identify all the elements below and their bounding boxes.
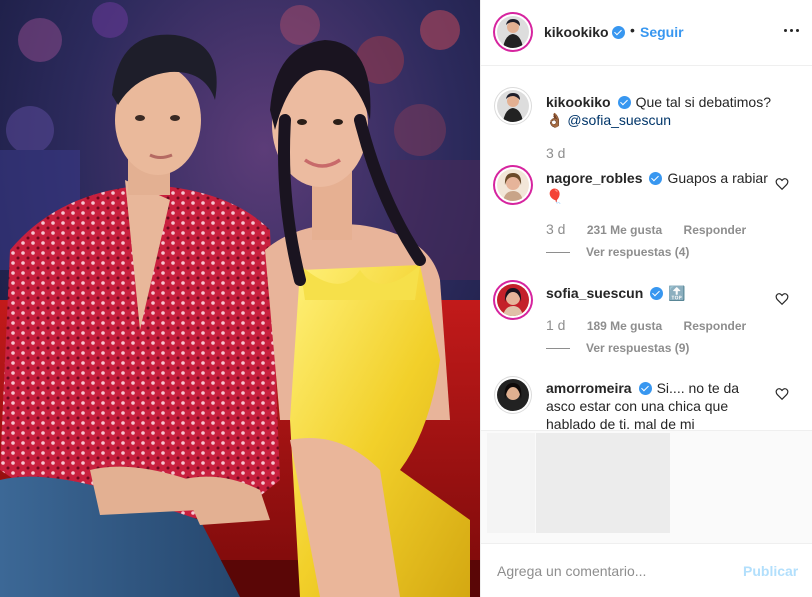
commenter-avatar[interactable] — [497, 284, 529, 316]
comment-time[interactable]: 1 d — [546, 317, 565, 333]
commenter-username[interactable]: sofia_suescun — [546, 285, 643, 301]
caption-time[interactable]: 3 d — [546, 145, 565, 161]
commenter-username[interactable]: amorromeira — [546, 380, 632, 396]
caption-avatar[interactable] — [497, 90, 529, 122]
add-comment-input[interactable] — [497, 563, 717, 579]
author-username[interactable]: kikookiko — [544, 24, 609, 40]
comment-meta: 3 d 231 Me gusta Responder — [546, 221, 764, 237]
verified-badge-icon — [649, 172, 663, 185]
reply-button[interactable]: Responder — [684, 319, 747, 333]
comment-text-block: sofia_suescun 🔝 — [546, 284, 771, 302]
loading-placeholder — [536, 433, 670, 533]
actions-area — [481, 430, 812, 552]
follow-button[interactable]: Seguir — [640, 24, 684, 40]
reply-button[interactable]: Responder — [684, 223, 747, 237]
comment-text: Guapos a rabiar — [667, 170, 768, 186]
balloon-emoji: 🎈 — [546, 188, 564, 204]
replies-line — [546, 252, 570, 254]
separator-dot: • — [630, 22, 635, 38]
view-replies-label[interactable]: Ver respuestas (9) — [586, 341, 689, 355]
comment-meta: 1 d 189 Me gusta Responder — [546, 317, 764, 333]
commenter-avatar[interactable] — [497, 379, 529, 411]
post-photo-illustration — [0, 0, 480, 597]
view-replies-label[interactable]: Ver respuestas (4) — [586, 245, 689, 259]
author-username-row[interactable]: kikookiko — [544, 24, 625, 40]
caption-emoji: 👌🏾 — [546, 112, 564, 128]
comments-list: kikookiko Que tal si debatimos? 👌🏾 @sofia… — [481, 67, 812, 429]
top-arrow-emoji: 🔝 — [668, 285, 686, 301]
caption-text-block: kikookiko Que tal si debatimos? 👌🏾 @sofia… — [546, 93, 771, 129]
comment-time[interactable]: 3 d — [546, 221, 565, 237]
post-photo[interactable] — [0, 0, 480, 597]
loading-placeholder — [487, 433, 535, 533]
publish-button[interactable]: Publicar — [743, 563, 798, 579]
commenter-username[interactable]: nagore_robles — [546, 170, 642, 186]
caption-username[interactable]: kikookiko — [546, 94, 611, 110]
like-heart-icon[interactable] — [775, 177, 789, 191]
like-heart-icon[interactable] — [775, 292, 789, 306]
caption-mention-link[interactable]: @sofia_suescun — [567, 112, 671, 128]
author-avatar[interactable] — [497, 16, 529, 48]
caption-text: Que tal si debatimos? — [635, 94, 771, 110]
caption-meta: 3 d — [546, 145, 583, 161]
commenter-avatar[interactable] — [497, 169, 529, 201]
comment-likes[interactable]: 231 Me gusta — [587, 223, 662, 237]
add-comment-bar: Publicar — [481, 543, 812, 597]
comment-text-block: amorromeira Si.... no te da asco estar co… — [546, 379, 771, 429]
post-header: kikookiko • Seguir — [481, 0, 812, 66]
comment-likes[interactable]: 189 Me gusta — [587, 319, 662, 333]
post-side-panel: kikookiko • Seguir kikookiko Que tal si d… — [480, 0, 812, 597]
more-options-icon[interactable] — [781, 20, 801, 40]
view-replies-button[interactable]: Ver respuestas (9) — [546, 341, 689, 355]
verified-badge-icon — [611, 26, 625, 39]
verified-badge-icon — [650, 287, 664, 300]
replies-line — [546, 348, 570, 350]
like-heart-icon[interactable] — [775, 387, 789, 401]
verified-badge-icon — [617, 96, 631, 109]
view-replies-button[interactable]: Ver respuestas (4) — [546, 245, 689, 259]
verified-badge-icon — [638, 382, 652, 395]
comment-text-block: nagore_robles Guapos a rabiar 🎈 — [546, 169, 771, 205]
